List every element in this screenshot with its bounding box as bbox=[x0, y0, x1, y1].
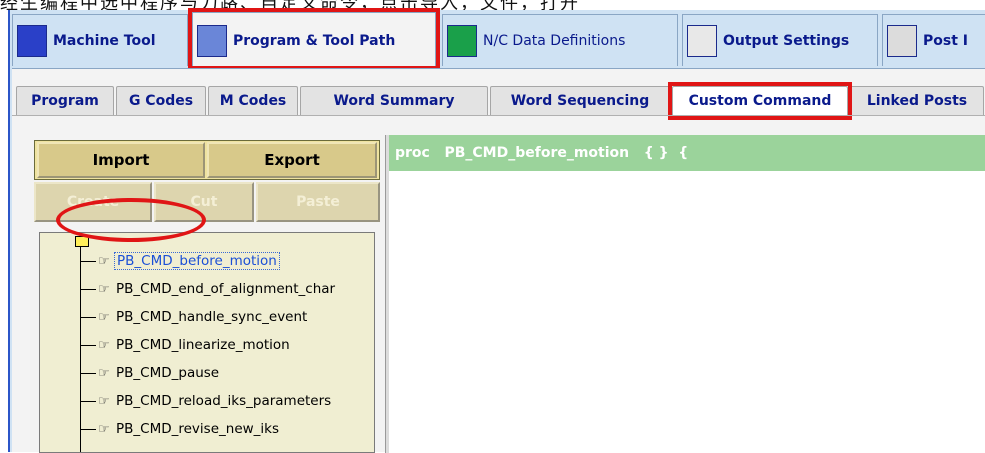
subtab-g-codes[interactable]: G Codes bbox=[116, 86, 206, 115]
tab-label: N/C Data Definitions bbox=[483, 32, 626, 49]
tree-item[interactable]: ☞ PB_CMD_handle_sync_event bbox=[80, 306, 309, 328]
subtab-word-sequencing[interactable]: Word Sequencing bbox=[490, 86, 670, 115]
code-editor-pane[interactable]: proc PB_CMD_before_motion { } { bbox=[389, 135, 985, 453]
subtab-linked-posts[interactable]: Linked Posts bbox=[850, 86, 984, 115]
subtab-program[interactable]: Program bbox=[16, 86, 114, 115]
tree-item-label: PB_CMD_end_of_alignment_char bbox=[116, 281, 336, 297]
highlight-oval-import bbox=[56, 198, 206, 242]
tree-item-label: PB_CMD_handle_sync_event bbox=[116, 309, 308, 325]
proc-header: proc PB_CMD_before_motion { } { bbox=[389, 135, 985, 171]
tree-item-label: PB_CMD_reload_iks_parameters bbox=[116, 393, 332, 409]
tree-item-label: PB_CMD_linearize_motion bbox=[116, 337, 290, 353]
post-builder-window: Machine Tool Program & Tool Path N/C Dat… bbox=[8, 8, 985, 453]
tree-item[interactable]: ☞ PB_CMD_linearize_motion bbox=[80, 334, 292, 356]
tree-item-label: PB_CMD_before_motion bbox=[114, 252, 280, 270]
machine-tool-icon bbox=[17, 24, 47, 57]
tree-item[interactable]: ☞ PB_CMD_revise_new_iks bbox=[80, 418, 281, 440]
tab-output-settings[interactable]: Output Settings bbox=[682, 14, 878, 66]
tree-item-label: PB_CMD_pause bbox=[116, 365, 220, 381]
hand-pointer-icon: ☞ bbox=[98, 421, 110, 437]
tab-label: Machine Tool bbox=[53, 32, 156, 49]
tree-item[interactable]: ☞ PB_CMD_reload_iks_parameters bbox=[80, 390, 333, 412]
subtab-m-codes[interactable]: M Codes bbox=[208, 86, 298, 115]
tab-label: Output Settings bbox=[723, 32, 850, 49]
subtab-word-summary[interactable]: Word Summary bbox=[300, 86, 488, 115]
custom-command-tree[interactable]: ☞ PB_CMD_before_motion ☞ PB_CMD_end_of_a… bbox=[39, 232, 375, 453]
nc-data-icon bbox=[447, 24, 477, 57]
tree-item[interactable]: ☞ PB_CMD_pause bbox=[80, 362, 221, 384]
tab-machine-tool[interactable]: Machine Tool bbox=[12, 14, 188, 66]
hand-pointer-icon: ☞ bbox=[98, 253, 110, 269]
paste-button[interactable]: Paste bbox=[256, 182, 380, 222]
post-icon bbox=[887, 24, 917, 57]
hand-pointer-icon: ☞ bbox=[98, 281, 110, 297]
highlight-box-program-tab bbox=[188, 8, 440, 70]
program-tool-path-panel: Program G Codes M Codes Word Summary Wor… bbox=[12, 68, 985, 453]
tab-post-info[interactable]: Post I bbox=[882, 14, 985, 66]
export-button[interactable]: Export bbox=[207, 142, 377, 178]
hand-pointer-icon: ☞ bbox=[98, 309, 110, 325]
command-list-pane: Import Export Create Cut Paste ☞ PB_CMD_… bbox=[34, 129, 384, 453]
tab-nc-data-definitions[interactable]: N/C Data Definitions bbox=[442, 14, 678, 66]
import-button[interactable]: Import bbox=[37, 142, 205, 178]
tree-item-label: PB_CMD_revise_new_iks bbox=[116, 421, 280, 437]
hand-pointer-icon: ☞ bbox=[98, 337, 110, 353]
hand-pointer-icon: ☞ bbox=[98, 365, 110, 381]
output-settings-icon bbox=[687, 24, 717, 57]
hand-pointer-icon: ☞ bbox=[98, 393, 110, 409]
import-export-bar: Import Export bbox=[34, 140, 380, 180]
tree-item[interactable]: ☞ PB_CMD_end_of_alignment_char bbox=[80, 278, 337, 300]
tree-item[interactable]: ☞ PB_CMD_before_motion bbox=[80, 250, 280, 272]
tab-label: Post I bbox=[923, 32, 968, 49]
subtab-divider bbox=[12, 115, 985, 116]
